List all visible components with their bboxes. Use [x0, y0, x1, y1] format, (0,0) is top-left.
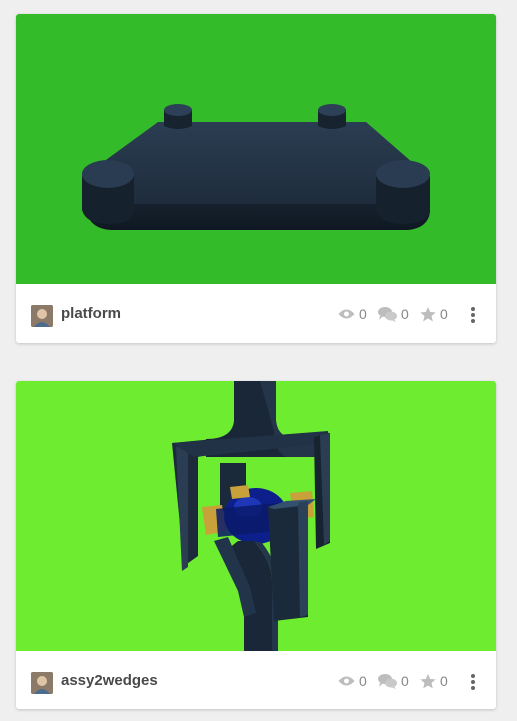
model-thumbnail[interactable] [16, 14, 496, 284]
avatar[interactable] [31, 672, 53, 694]
eye-icon [338, 308, 359, 320]
stars-count: 0 [440, 673, 448, 689]
comments-count: 0 [401, 306, 409, 322]
views-count: 0 [359, 306, 367, 322]
views-count: 0 [359, 673, 367, 689]
card-footer: assy2wedges 0 0 0 [16, 651, 496, 709]
eye-icon [338, 675, 359, 687]
stars-stat: 0 [420, 670, 448, 692]
more-vertical-icon[interactable] [468, 304, 478, 326]
card-footer: platform 0 0 0 [16, 284, 496, 343]
comments-stat: 0 [378, 303, 409, 325]
platform-render [16, 14, 496, 284]
model-title[interactable]: platform [61, 304, 121, 324]
views-stat: 0 [338, 303, 367, 325]
stars-stat: 0 [420, 303, 448, 325]
assembly-render [16, 381, 496, 651]
views-stat: 0 [338, 670, 367, 692]
model-thumbnail[interactable] [16, 381, 496, 651]
star-icon [420, 306, 440, 322]
star-icon [420, 673, 440, 689]
model-card: assy2wedges 0 0 0 [16, 381, 496, 709]
model-card: platform 0 0 0 [16, 14, 496, 343]
more-vertical-icon[interactable] [468, 671, 478, 693]
stars-count: 0 [440, 306, 448, 322]
model-title[interactable]: assy2wedges [61, 671, 158, 691]
comments-stat: 0 [378, 670, 409, 692]
comments-icon [378, 306, 401, 322]
avatar[interactable] [31, 305, 53, 327]
comments-count: 0 [401, 673, 409, 689]
comments-icon [378, 673, 401, 689]
